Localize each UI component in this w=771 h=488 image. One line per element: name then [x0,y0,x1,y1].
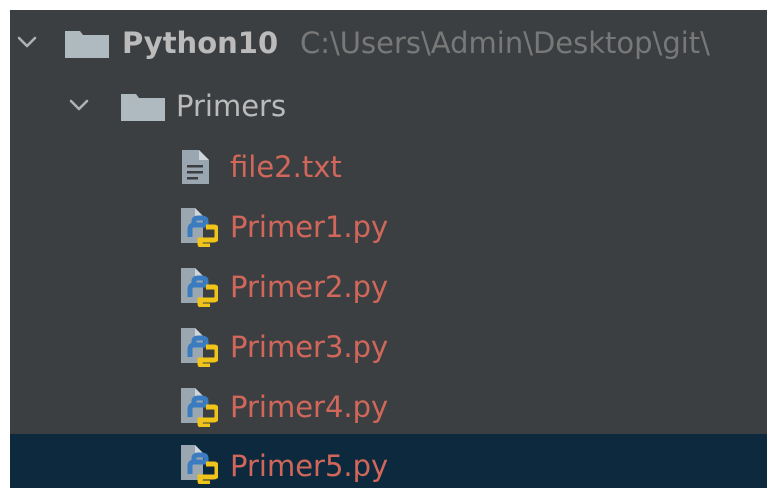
python-file-icon [181,388,218,427]
chevron-down-icon[interactable] [16,31,38,53]
file-name: Primer2.py [230,270,389,304]
tree-row-root[interactable]: Python10 C:\Users\Admin\Desktop\git\ [10,13,767,73]
tree-row-file[interactable]: Primer3.py [10,317,767,377]
tree-row-file[interactable]: Primer2.py [10,257,767,317]
tree-row-folder-primers[interactable]: Primers [10,76,767,136]
file-name: file2.txt [230,150,342,184]
text-file-icon [182,150,209,184]
tree-row-file[interactable]: file2.txt [10,137,767,197]
folder-name: Primers [176,89,287,123]
root-folder-path: C:\Users\Admin\Desktop\git\ [300,26,710,60]
folder-icon [65,31,109,58]
project-tree: Python10 C:\Users\Admin\Desktop\git\ Pri… [10,10,767,488]
python-file-icon [181,445,218,484]
file-name: Primer1.py [230,210,389,244]
tree-row-file-selected[interactable]: Primer5.py [10,434,767,488]
python-file-icon [181,328,218,367]
tree-row-file[interactable]: Primer4.py [10,377,767,437]
file-name: Primer5.py [230,449,389,483]
tree-row-file[interactable]: Primer1.py [10,197,767,257]
file-name: Primer4.py [230,390,389,424]
python-file-icon [181,208,218,247]
python-file-icon [181,268,218,307]
chevron-down-icon[interactable] [68,94,90,116]
root-folder-name: Python10 [122,26,279,60]
folder-icon [121,94,165,121]
file-name: Primer3.py [230,330,389,364]
